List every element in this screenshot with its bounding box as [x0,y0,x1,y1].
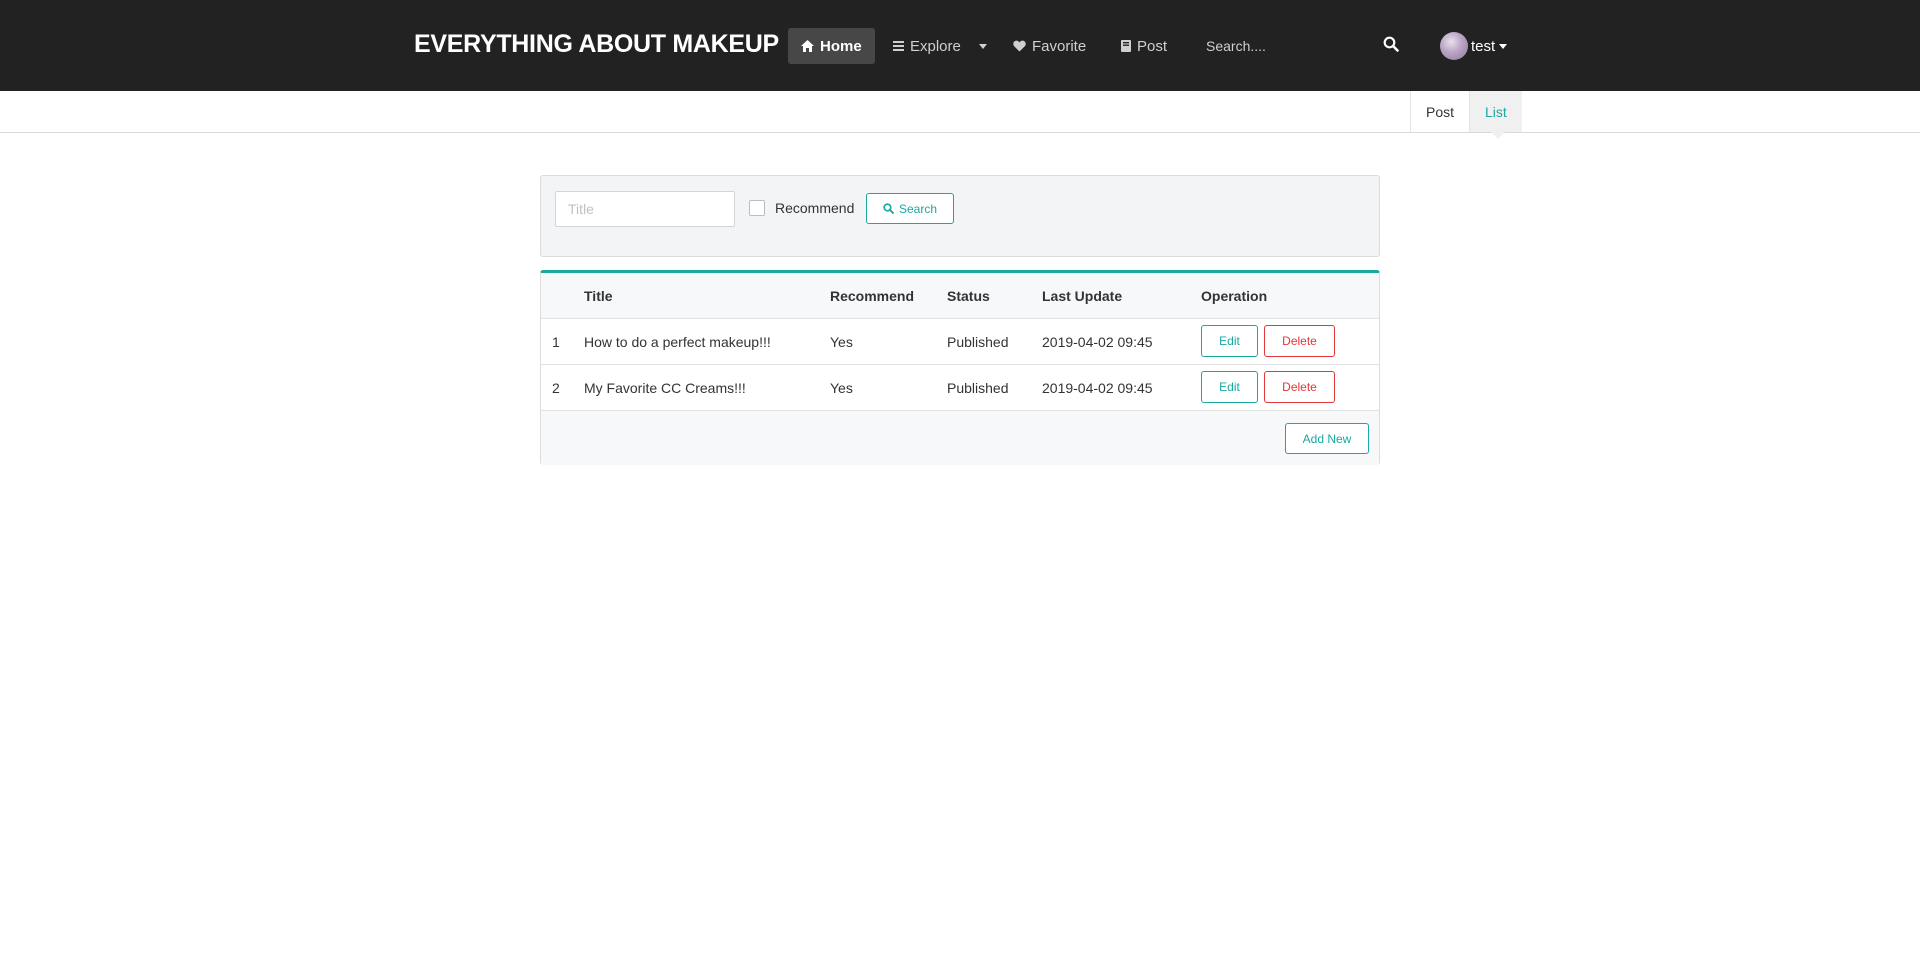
row-status: Published [947,334,1009,350]
posts-table: Title Recommend Status Last Update Opera… [540,270,1380,465]
filter-search-label: Search [898,201,938,216]
user-menu[interactable]: test [1440,32,1508,60]
add-new-button[interactable]: Add New [1285,423,1369,454]
row-title: How to do a perfect makeup!!! [584,334,771,350]
filter-search-button[interactable]: Search [866,193,954,224]
delete-button[interactable]: Delete [1264,325,1335,357]
bars-icon [893,41,904,51]
nav-post[interactable]: Post [1108,28,1180,64]
home-icon [801,40,814,52]
nav-favorite[interactable]: Favorite [1000,28,1099,64]
recommend-label: Recommend [775,200,855,216]
row-status: Published [947,380,1009,396]
edit-button[interactable]: Edit [1201,371,1258,403]
caret-down-icon [1499,43,1508,49]
user-name: test [1471,37,1496,55]
table-row: 1 How to do a perfect makeup!!! Yes Publ… [541,319,1379,365]
search-icon [1383,36,1399,52]
filter-panel: Recommend Search [540,175,1380,257]
sub-navbar: Post List [0,91,1920,139]
column-header-recommend: Recommend [830,288,915,304]
top-navbar: EVERYTHING ABOUT MAKEUP Home Explore Fav… [0,0,1920,91]
nav-favorite-label: Favorite [1032,37,1087,55]
search-icon [883,203,894,214]
table-row: 2 My Favorite CC Creams!!! Yes Published… [541,365,1379,411]
tab-list[interactable]: List [1469,91,1522,139]
table-footer: Add New [541,411,1379,465]
tab-post[interactable]: Post [1410,91,1469,132]
row-last-update: 2019-04-02 09:45 [1042,334,1153,350]
column-header-status: Status [947,288,990,304]
nav-post-label: Post [1137,37,1168,55]
row-last-update: 2019-04-02 09:45 [1042,380,1153,396]
nav-home[interactable]: Home [788,28,875,64]
search-input[interactable] [1196,30,1366,62]
recommend-checkbox[interactable] [749,200,765,216]
search-button[interactable] [1383,36,1403,56]
table-header: Title Recommend Status Last Update Opera… [541,273,1379,319]
heart-icon [1013,40,1026,52]
row-recommend: Yes [830,380,853,396]
column-header-last-update: Last Update [1042,288,1123,304]
row-number: 1 [552,334,560,350]
nav-explore[interactable]: Explore [880,28,1000,64]
nav-home-label: Home [820,37,862,55]
book-icon [1121,40,1131,52]
nav-explore-label: Explore [910,37,961,55]
column-header-operation: Operation [1201,288,1268,304]
row-title: My Favorite CC Creams!!! [584,380,746,396]
row-recommend: Yes [830,334,853,350]
title-filter-input[interactable] [555,191,735,227]
brand-title[interactable]: EVERYTHING ABOUT MAKEUP [414,30,779,59]
column-header-title: Title [584,288,613,304]
delete-button[interactable]: Delete [1264,371,1335,403]
avatar [1440,32,1468,60]
row-number: 2 [552,380,560,396]
chevron-down-icon [978,43,987,49]
edit-button[interactable]: Edit [1201,325,1258,357]
